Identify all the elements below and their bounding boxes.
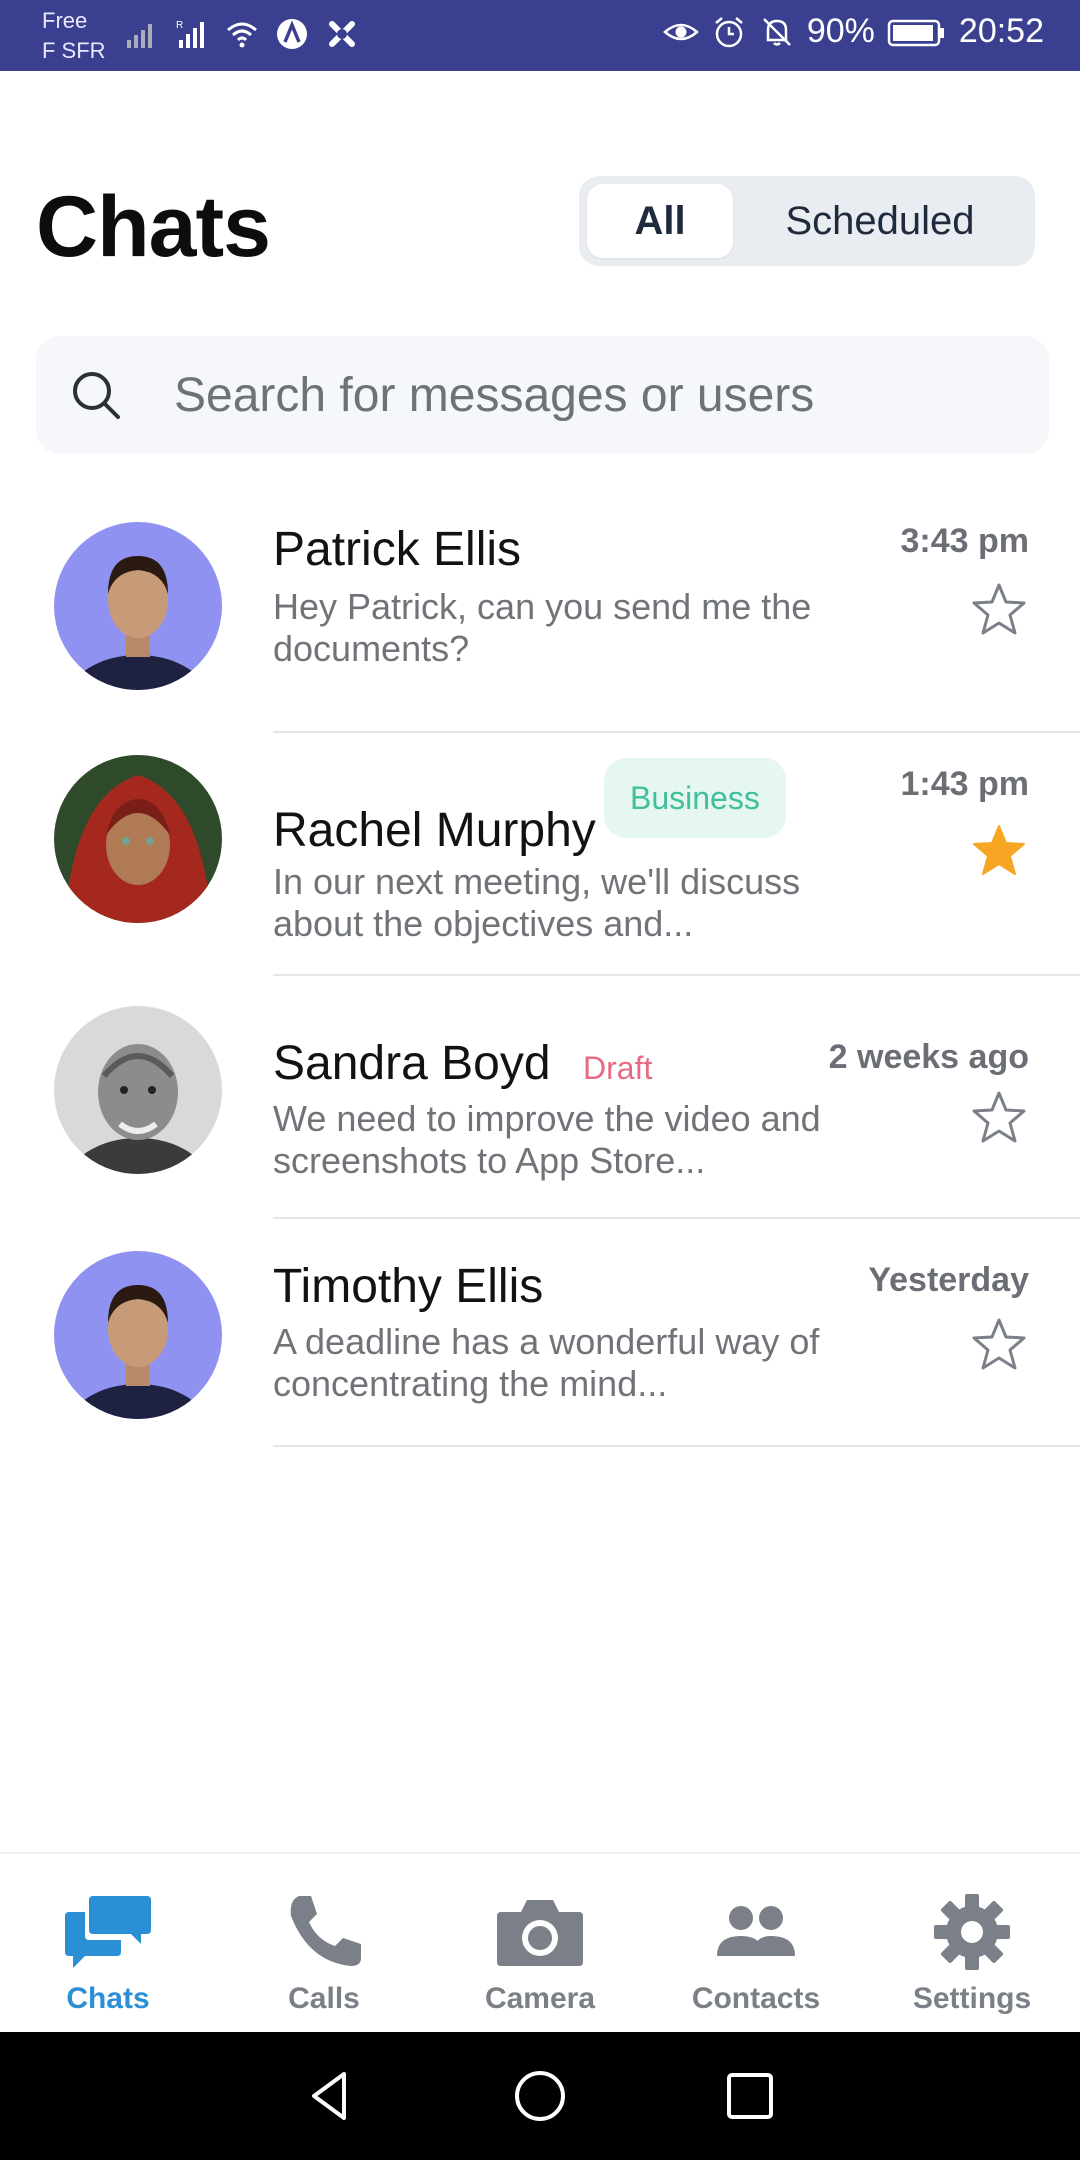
chat-message-preview: We need to improve the video and screens…: [273, 1098, 821, 1181]
chat-row-rachel-murphy[interactable]: Rachel Murphy Business In our next meeti…: [0, 733, 1080, 976]
chat-message-preview: A deadline has a wonderful way of concen…: [273, 1321, 820, 1404]
status-bar: Free F SFR R 90% 20:52: [0, 0, 1080, 71]
carrier-line-1: Free: [42, 8, 88, 33]
chat-message-preview: In our next meeting, we'll discuss about…: [273, 861, 801, 944]
signal-icon: [124, 16, 160, 52]
chat-row-timothy-ellis[interactable]: Timothy Ellis A deadline has a wonderful…: [0, 1219, 1080, 1447]
nav-label: Contacts: [691, 1982, 821, 2015]
phone-icon: [276, 1890, 372, 1974]
divider: [273, 1445, 1080, 1447]
signal-roaming-icon: R: [174, 16, 210, 52]
avatar: [54, 755, 222, 923]
nav-label: Camera: [484, 1982, 596, 2015]
carrier-line-2: F SFR: [42, 38, 106, 63]
contacts-icon: [708, 1890, 804, 1974]
nav-contacts[interactable]: Contacts: [648, 1854, 864, 2032]
chat-filter-tabs: All Scheduled: [579, 176, 1035, 266]
nav-camera[interactable]: Camera: [432, 1854, 648, 2032]
chat-bubbles-icon: [60, 1890, 156, 1974]
tab-scheduled[interactable]: Scheduled: [733, 184, 1027, 258]
chat-message-preview: Hey Patrick, can you send me the documen…: [273, 586, 812, 669]
camera-icon: [492, 1890, 588, 1974]
eye-icon: [662, 14, 699, 50]
battery-percent: 90%: [806, 12, 875, 50]
back-icon[interactable]: [300, 2066, 360, 2126]
svg-text:R: R: [176, 20, 183, 31]
chat-time: Yesterday: [868, 1261, 1029, 1299]
chat-name: Sandra Boyd: [273, 1037, 551, 1090]
star-filled-icon[interactable]: [969, 821, 1029, 881]
nav-chats[interactable]: Chats: [0, 1854, 216, 2032]
avatar: [54, 1251, 222, 1419]
system-nav-bar: [0, 2032, 1080, 2160]
nav-label: Chats: [66, 1982, 150, 2015]
chat-time: 2 weeks ago: [828, 1038, 1029, 1076]
search-icon: [68, 367, 124, 423]
battery-icon: [887, 14, 947, 50]
nav-calls[interactable]: Calls: [216, 1854, 432, 2032]
star-outline-icon[interactable]: [969, 580, 1029, 640]
chat-time: 1:43 pm: [900, 765, 1030, 803]
nav-label: Settings: [912, 1982, 1032, 2015]
status-left-icons: R: [124, 16, 360, 52]
avatar: [54, 1006, 222, 1174]
draft-tag: Draft: [583, 1050, 653, 1086]
home-icon[interactable]: [510, 2066, 570, 2126]
search-bar[interactable]: [36, 336, 1049, 454]
chat-time: 3:43 pm: [900, 522, 1030, 560]
avatar: [54, 522, 222, 690]
chat-list: Patrick Ellis Hey Patrick, can you send …: [0, 490, 1080, 1447]
status-time: 20:52: [958, 12, 1044, 50]
business-tag: Business: [604, 758, 786, 838]
bottom-nav: Chats Calls Camera Contacts Settings: [0, 1852, 1080, 2032]
carrier-label: Free F SFR: [42, 6, 106, 66]
vpn-icon: [274, 16, 310, 52]
recents-icon[interactable]: [720, 2066, 780, 2126]
chat-row-sandra-boyd[interactable]: Sandra Boyd Draft We need to improve the…: [0, 976, 1080, 1219]
chat-name: Rachel Murphy: [273, 804, 596, 857]
wifi-icon: [224, 16, 260, 52]
nav-settings[interactable]: Settings: [864, 1854, 1080, 2032]
app-notification-icon: [324, 16, 360, 52]
status-right-icons: 90% 20:52: [662, 12, 1044, 51]
chat-row-patrick-ellis[interactable]: Patrick Ellis Hey Patrick, can you send …: [0, 490, 1080, 733]
search-input[interactable]: [174, 367, 1049, 423]
alarm-icon: [711, 14, 747, 50]
chat-name: Timothy Ellis: [273, 1260, 544, 1313]
star-outline-icon[interactable]: [969, 1088, 1029, 1148]
nav-label: Calls: [288, 1982, 360, 2015]
gear-icon: [924, 1890, 1020, 1974]
tab-all[interactable]: All: [587, 184, 733, 258]
page-title: Chats: [36, 179, 271, 275]
chat-name: Patrick Ellis: [273, 523, 522, 576]
star-outline-icon[interactable]: [969, 1315, 1029, 1375]
silent-bell-icon: [759, 14, 795, 50]
